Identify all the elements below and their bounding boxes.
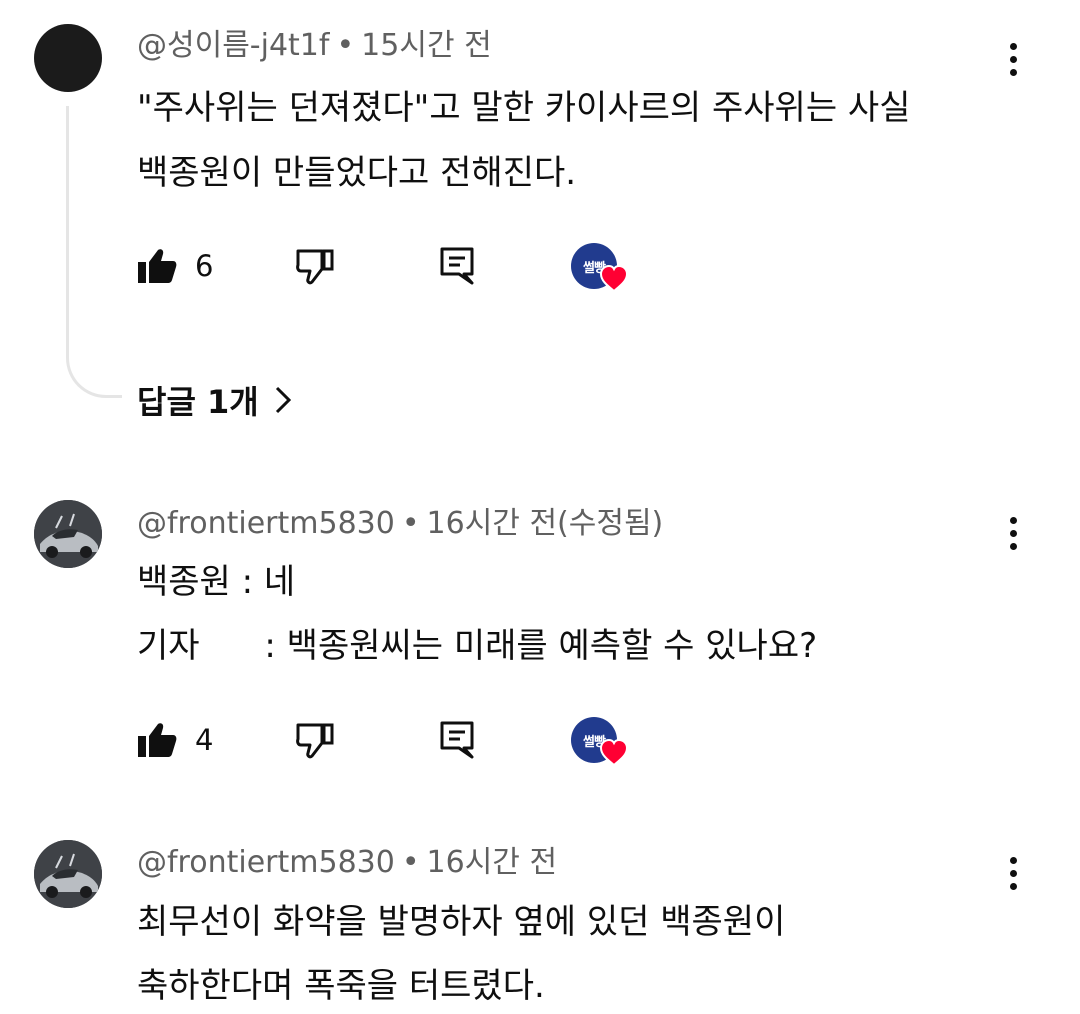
comment-text-line: 백종원이 만들었다고 전해진다. (137, 153, 577, 193)
heart-icon (599, 739, 629, 767)
like-count: 4 (195, 723, 214, 757)
comment-actions: 6 썰빵 (137, 241, 657, 293)
comments-page: @성이름-j4t1f • 15시간 전 "주사위는 던져졌다"고 말한 카이사르의 … (0, 0, 1080, 1014)
like-button[interactable]: 4 (137, 715, 213, 765)
dislike-button[interactable] (295, 715, 335, 765)
car-avatar-image (34, 840, 102, 908)
dislike-icon (296, 249, 334, 285)
comment-1: @성이름-j4t1f • 15시간 전 "주사위는 던져졌다"고 말한 카이사르의 … (0, 0, 1080, 440)
reply-icon (440, 247, 474, 285)
author-name[interactable]: @성이름-j4t1f (137, 28, 329, 63)
author-name[interactable]: @frontiertm5830 (137, 845, 395, 880)
author-name[interactable]: @frontiertm5830 (137, 506, 395, 541)
like-button[interactable]: 6 (137, 241, 213, 291)
more-options-button[interactable] (996, 848, 1030, 898)
reply-button[interactable] (439, 241, 475, 291)
comment-time: 16시간 전 (426, 845, 558, 880)
meta-separator: • (401, 845, 420, 880)
meta-separator: • (401, 506, 420, 541)
comment-meta: @성이름-j4t1f • 15시간 전 (137, 28, 492, 64)
reply-button[interactable] (439, 715, 475, 765)
replies-label: 답글 1개 (137, 383, 259, 421)
more-vert-icon (1009, 516, 1017, 524)
comment-text-line: "주사위는 던져졌다"고 말한 카이사르의 주사위는 사실 (137, 88, 911, 128)
avatar[interactable] (34, 840, 102, 908)
avatar[interactable] (34, 500, 102, 568)
comment-text-line: 백종원 : 네 (137, 562, 296, 602)
reply-icon (440, 721, 474, 759)
car-avatar-image (34, 500, 102, 568)
more-options-button[interactable] (996, 508, 1030, 558)
like-icon (138, 723, 177, 757)
avatar[interactable] (34, 24, 102, 92)
more-options-button[interactable] (996, 34, 1030, 84)
chevron-right-icon (275, 386, 291, 414)
comment-time: 15시간 전 (361, 28, 492, 63)
more-vert-icon (1009, 856, 1017, 864)
heart-icon (599, 265, 629, 293)
more-vert-icon (1009, 42, 1017, 50)
comment-text-line: 축하한다며 폭죽을 터트렸다. (137, 966, 545, 1006)
comment-text-line: 기자 : 백종원씨는 미래를 예측할 수 있나요? (137, 626, 818, 666)
comment-time: 16시간 전(수정됨) (426, 506, 664, 541)
comment-meta: @frontiertm5830 • 16시간 전 (137, 845, 557, 881)
comment-text-line: 최무선이 화약을 발명하자 옆에 있던 백종원이 (137, 902, 786, 942)
dislike-button[interactable] (295, 241, 335, 291)
meta-separator: • (336, 28, 355, 63)
like-icon (138, 249, 177, 283)
comment-actions: 4 썰빵 (137, 715, 657, 767)
like-count: 6 (195, 249, 214, 283)
thread-connector-line (66, 106, 122, 398)
dislike-icon (296, 723, 334, 759)
creator-heart-badge: 썰빵 (571, 243, 631, 297)
creator-heart-badge: 썰빵 (571, 717, 631, 771)
comment-meta: @frontiertm5830 • 16시간 전(수정됨) (137, 506, 663, 542)
view-replies-button[interactable]: 답글 1개 (137, 378, 291, 422)
